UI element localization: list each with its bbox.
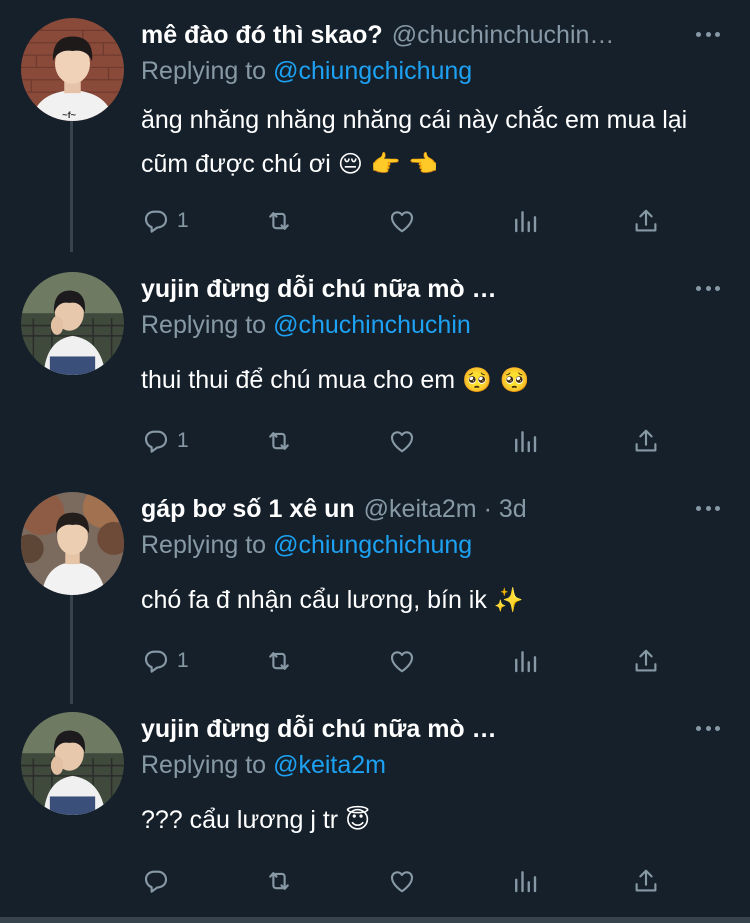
heart-icon: [390, 211, 414, 233]
tweet-emoji: ✨: [493, 586, 524, 614]
reply-button[interactable]: [141, 861, 171, 901]
replying-to-handle[interactable]: @chiungchichung: [273, 531, 472, 559]
tweet-actions: 1: [0, 641, 750, 681]
share-icon: [635, 209, 657, 232]
replying-to-handle[interactable]: @chiungchichung: [273, 57, 472, 85]
retweet-button[interactable]: [264, 861, 294, 901]
share-icon: [635, 649, 657, 672]
tweet-header: yujin đừng dỗi chú nữa mò …: [141, 272, 497, 306]
replying-to: Replying to @chuchinchuchin: [141, 308, 471, 342]
heart-icon: [390, 651, 414, 673]
conversation-timeline: ~f~ mê đào đó thì skao? @chuchinchuchin……: [0, 0, 750, 923]
analytics-icon: [515, 431, 537, 453]
like-button[interactable]: [387, 641, 417, 681]
user-handle[interactable]: @keita2m: [364, 492, 477, 526]
display-name[interactable]: yujin đừng dỗi chú nữa mò …: [141, 272, 497, 306]
heart-icon: [390, 431, 414, 453]
share-button[interactable]: [631, 421, 661, 461]
tweet-actions: [0, 861, 750, 901]
reply-count: 1: [177, 649, 189, 672]
more-icon[interactable]: [696, 284, 720, 292]
svg-text:~f~: ~f~: [62, 110, 76, 120]
reply-icon: [144, 650, 168, 673]
tweet[interactable]: yujin đừng dỗi chú nữa mò … Replying to @…: [0, 712, 750, 912]
tweet-header: mê đào đó thì skao? @chuchinchuchin…: [141, 18, 614, 52]
display-name[interactable]: gáp bơ số 1 xê un: [141, 492, 355, 526]
replying-to: Replying to @chiungchichung: [141, 54, 472, 88]
analytics-button[interactable]: [510, 641, 540, 681]
tweet-body: ??? cẩu lương j tr: [141, 806, 339, 834]
tweet-body: thui thui để chú mua cho em: [141, 366, 456, 394]
tweet-emoji: 😔 👉 👈: [337, 150, 438, 178]
tweet-header: gáp bơ số 1 xê un @keita2m · 3d: [141, 492, 527, 526]
retweet-icon: [269, 872, 289, 890]
tweet-text: ??? cẩu lương j tr 😇: [141, 798, 701, 842]
tweet[interactable]: gáp bơ số 1 xê un @keita2m · 3d Replying…: [0, 492, 750, 692]
more-icon[interactable]: [696, 504, 720, 512]
tweet-text: thui thui để chú mua cho em 🥺 🥺: [141, 358, 701, 402]
share-button[interactable]: [631, 641, 661, 681]
share-icon: [635, 429, 657, 452]
retweet-button[interactable]: [264, 641, 294, 681]
user-handle[interactable]: @chuchinchuchin…: [392, 18, 615, 52]
reply-icon: [144, 210, 168, 233]
more-icon[interactable]: [696, 30, 720, 38]
tweet-time[interactable]: 3d: [499, 492, 527, 526]
share-button[interactable]: [631, 861, 661, 901]
divider: [0, 917, 750, 923]
reply-button[interactable]: 1: [141, 201, 189, 241]
replying-to-label: Replying to: [141, 531, 267, 559]
display-name[interactable]: mê đào đó thì skao?: [141, 18, 383, 52]
avatar[interactable]: [21, 272, 124, 375]
replying-to-label: Replying to: [141, 311, 267, 339]
tweet-text: chó fa đ nhận cẩu lương, bín ik ✨: [141, 578, 701, 622]
replying-to-handle[interactable]: @chuchinchuchin: [273, 311, 471, 339]
tweet[interactable]: yujin đừng dỗi chú nữa mò … Replying to @…: [0, 272, 750, 472]
avatar[interactable]: [21, 492, 124, 595]
share-icon: [635, 869, 657, 892]
heart-icon: [390, 871, 414, 893]
tweet-text: ăng nhăng nhăng nhăng cái này chắc em mu…: [141, 98, 701, 186]
retweet-icon: [269, 652, 289, 670]
like-button[interactable]: [387, 861, 417, 901]
retweet-button[interactable]: [264, 201, 294, 241]
analytics-icon: [515, 211, 537, 233]
retweet-button[interactable]: [264, 421, 294, 461]
analytics-button[interactable]: [510, 421, 540, 461]
reply-count: 1: [177, 209, 189, 232]
replying-to-label: Replying to: [141, 57, 267, 85]
analytics-icon: [515, 651, 537, 673]
more-icon[interactable]: [696, 724, 720, 732]
avatar[interactable]: ~f~: [21, 18, 124, 121]
retweet-icon: [269, 212, 289, 230]
tweet-actions: 1: [0, 201, 750, 241]
like-button[interactable]: [387, 201, 417, 241]
replying-to: Replying to @keita2m: [141, 748, 386, 782]
retweet-icon: [269, 432, 289, 450]
reply-button[interactable]: 1: [141, 421, 189, 461]
replying-to-handle[interactable]: @keita2m: [273, 751, 386, 779]
separator-dot: ·: [483, 495, 492, 523]
display-name[interactable]: yujin đừng dỗi chú nữa mò …: [141, 712, 497, 746]
reply-icon: [144, 870, 168, 893]
reply-icon: [144, 430, 168, 453]
analytics-icon: [515, 871, 537, 893]
analytics-button[interactable]: [510, 861, 540, 901]
share-button[interactable]: [631, 201, 661, 241]
tweet-actions: 1: [0, 421, 750, 461]
tweet-header: yujin đừng dỗi chú nữa mò …: [141, 712, 497, 746]
replying-to: Replying to @chiungchichung: [141, 528, 472, 562]
tweet-emoji: 😇: [345, 806, 371, 834]
tweet-emoji: 🥺 🥺: [462, 366, 530, 394]
tweet-body: chó fa đ nhận cẩu lương, bín ik: [141, 586, 487, 614]
avatar[interactable]: [21, 712, 124, 815]
reply-count: 1: [177, 429, 189, 452]
tweet[interactable]: ~f~ mê đào đó thì skao? @chuchinchuchin……: [0, 18, 750, 248]
replying-to-label: Replying to: [141, 751, 267, 779]
like-button[interactable]: [387, 421, 417, 461]
analytics-button[interactable]: [510, 201, 540, 241]
reply-button[interactable]: 1: [141, 641, 189, 681]
